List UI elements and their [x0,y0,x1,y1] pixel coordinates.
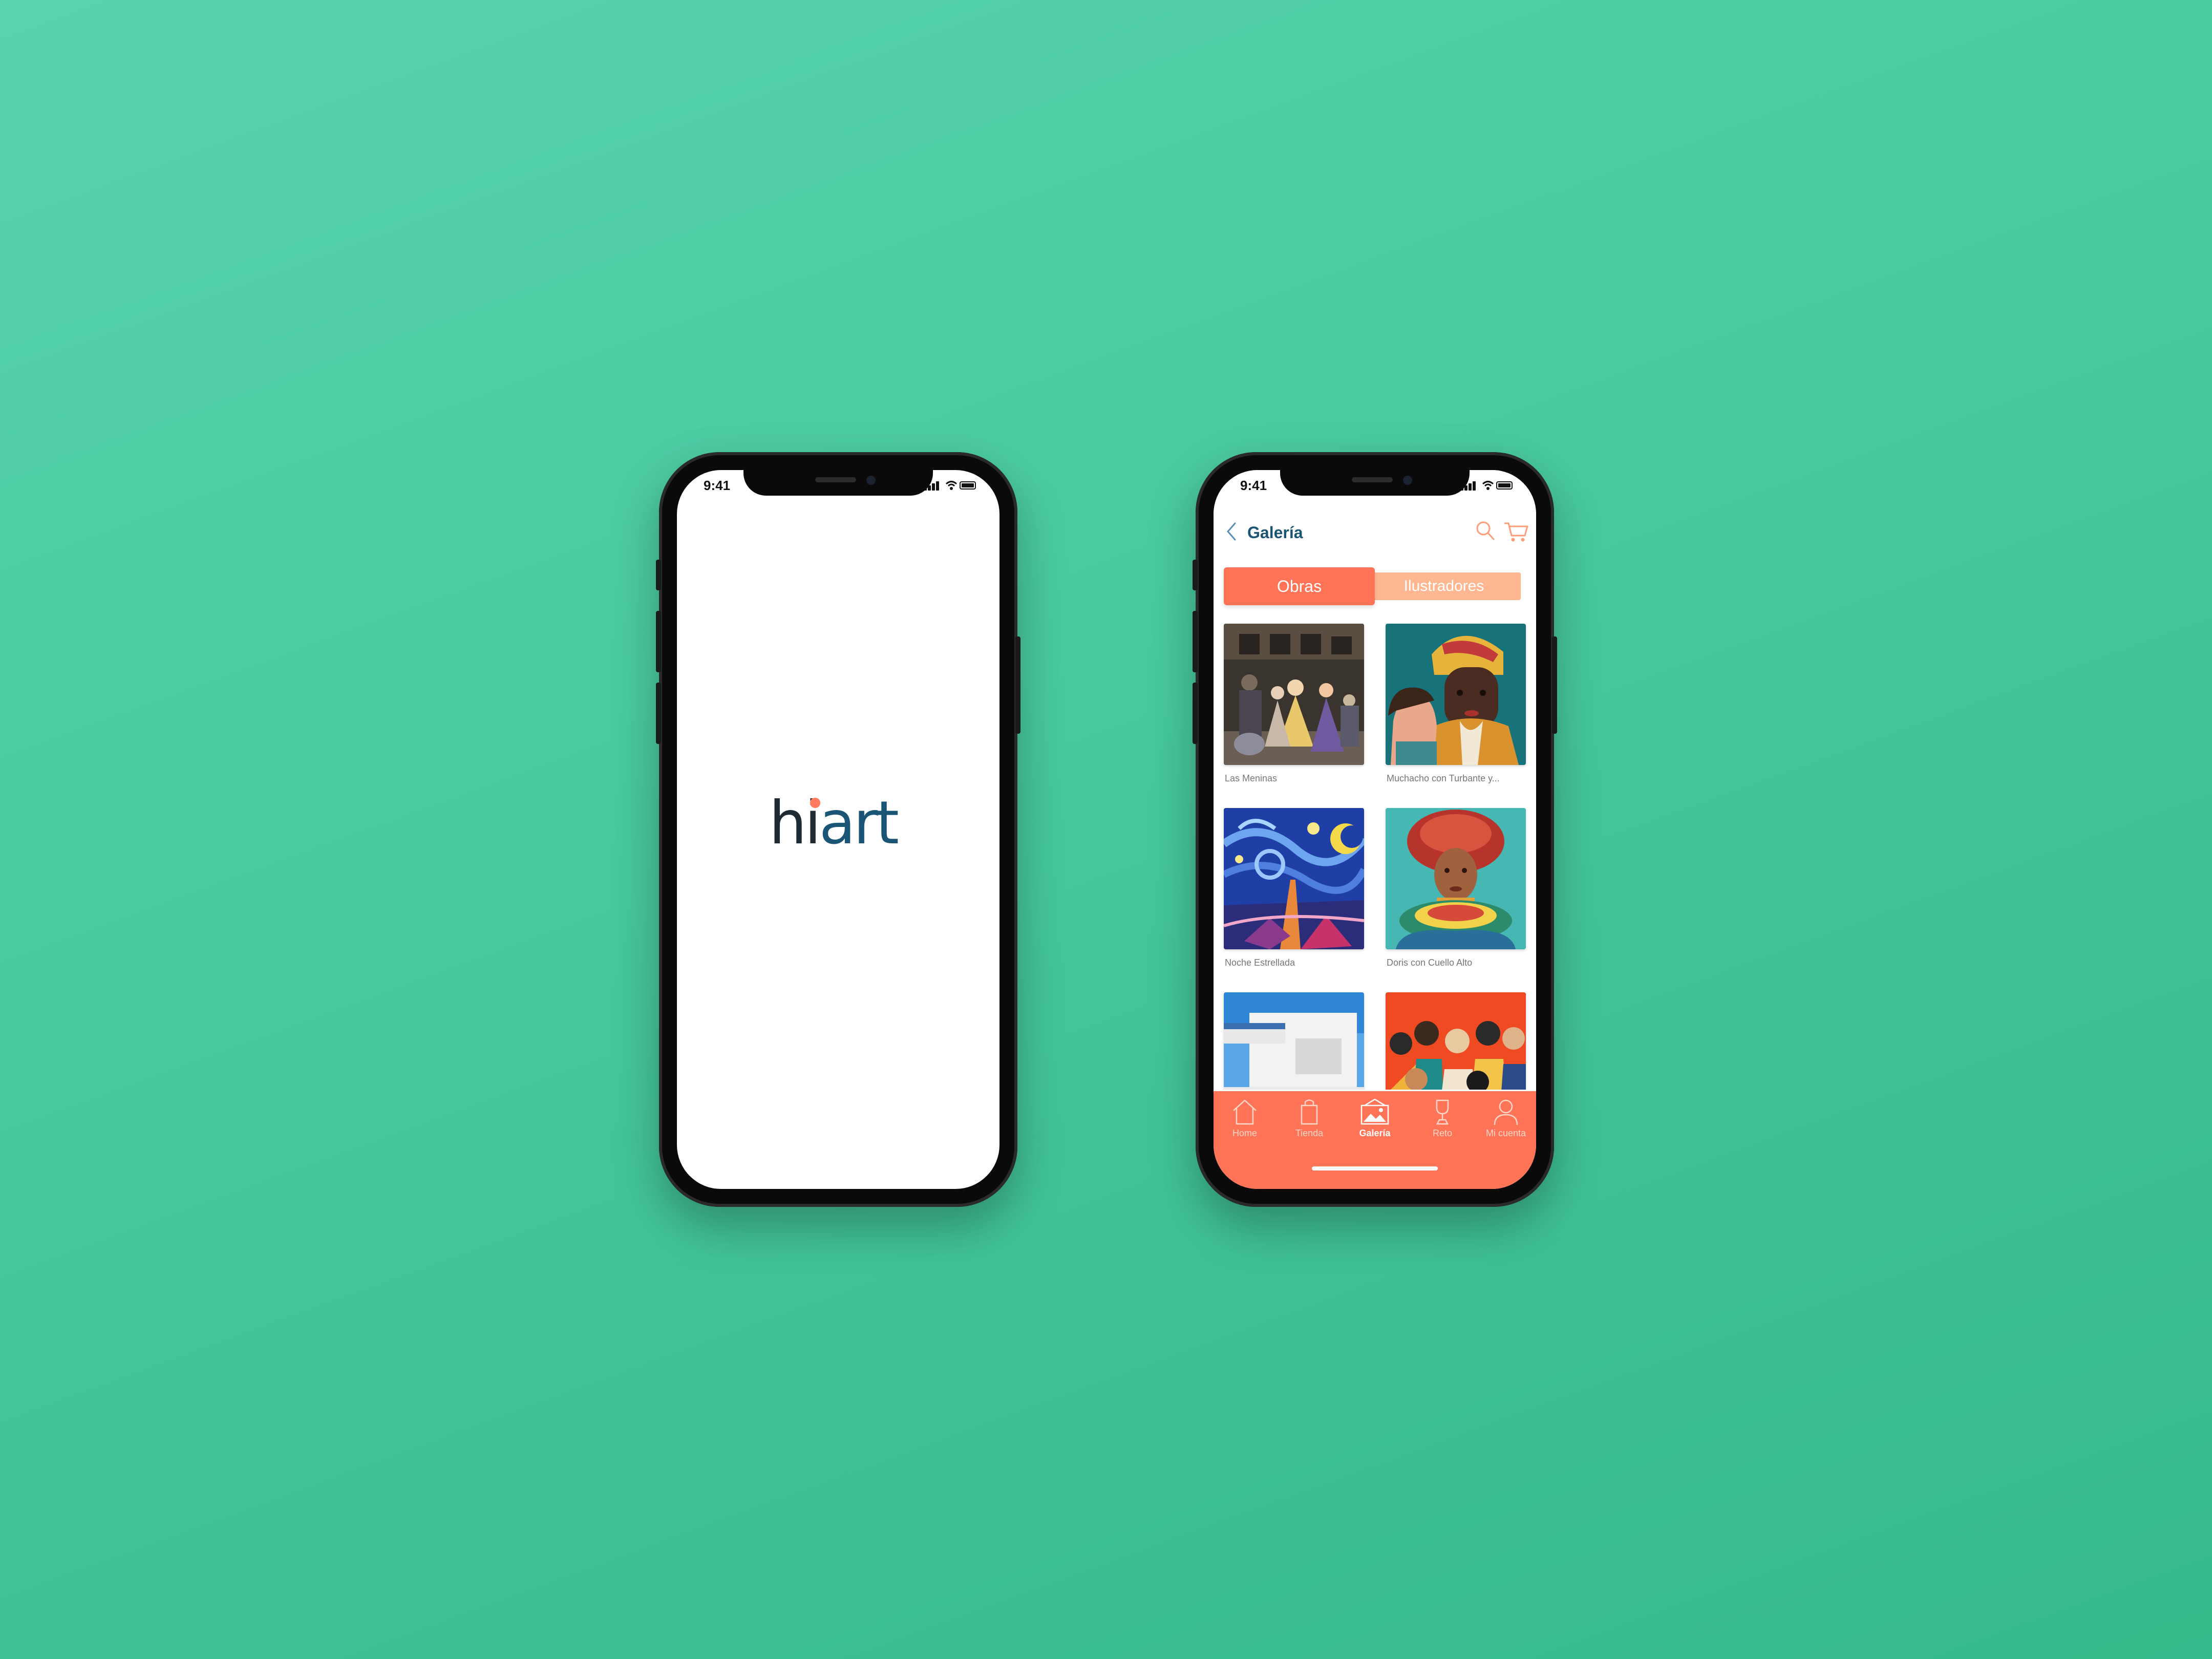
notch [1280,470,1470,496]
home-icon [1233,1099,1257,1125]
tab-label: Mi cuenta [1485,1128,1526,1138]
tab-galeria[interactable]: Galería [1347,1097,1403,1148]
artwork-card[interactable] [1386,992,1526,1090]
artwork-image [1224,808,1364,949]
tab-obras[interactable]: Obras [1224,567,1375,605]
home-indicator[interactable] [1312,1166,1438,1171]
artwork-image [1386,992,1526,1090]
artwork-card[interactable] [1386,624,1526,765]
phone-splash: 9:41 hiart [656,452,1020,1207]
logo-wordmark: hiart [769,793,899,854]
wifi-icon [945,481,958,490]
volume-up-button [1193,611,1198,672]
gallery-icon [1360,1098,1389,1125]
power-button [1552,636,1557,734]
wifi-icon [1482,481,1494,490]
signal-icon [932,483,935,491]
segmented-control: Ilustradores Obras [1224,567,1526,605]
volume-up-button [656,611,661,672]
artwork-card[interactable] [1386,808,1526,949]
volume-down-button [656,683,661,744]
phone-gallery: Las Meninas Muchacho con Turbante y... N… [1193,452,1557,1207]
volume-down-button [1193,683,1198,744]
battery-icon [960,481,976,490]
signal-icon [1473,481,1476,491]
status-time: 9:41 [704,478,731,493]
hiart-logo: hiart [769,793,912,854]
artwork-card[interactable] [1224,808,1364,949]
search-icon[interactable] [1475,519,1495,542]
notch [743,470,933,496]
splash-screen: 9:41 hiart [677,470,999,1189]
artwork-image [1224,624,1364,765]
shopping-bag-icon [1301,1099,1318,1125]
artwork-title: Las Meninas [1225,773,1278,783]
artwork-image [1386,624,1526,765]
tab-mi-cuenta[interactable]: Mi cuenta [1478,1097,1534,1148]
bottom-tab-bar: Home Tienda Galería Reto Mi cuenta [1214,1091,1536,1189]
logo-dot [810,798,820,808]
trophy-icon [1436,1099,1449,1125]
tab-home[interactable]: Home [1217,1097,1273,1148]
tab-reto[interactable]: Reto [1414,1097,1471,1148]
signal-icon [1469,483,1472,491]
tab-label: Home [1232,1128,1257,1138]
user-icon [1494,1099,1518,1125]
artwork-card[interactable] [1224,624,1364,765]
silent-switch [1193,560,1198,590]
artwork-image [1224,992,1364,1090]
signal-icon [936,481,939,491]
back-chevron-icon[interactable] [1224,521,1239,542]
cart-icon[interactable] [1503,520,1529,543]
tab-tienda[interactable]: Tienda [1281,1097,1337,1148]
power-button [1015,636,1020,734]
artwork-title: Muchacho con Turbante y... [1387,773,1500,783]
tab-label: Tienda [1295,1128,1324,1138]
artwork-title: Noche Estrellada [1225,958,1295,968]
status-time: 9:41 [1240,478,1267,493]
battery-icon [1496,481,1513,490]
logo-art: art [819,789,899,858]
tab-ilustradores[interactable]: Ilustradores [1367,572,1521,600]
artwork-image [1386,808,1526,949]
page-title: Galería [1247,523,1303,542]
silent-switch [656,560,661,590]
status-icons [1460,479,1514,492]
artwork-card[interactable] [1224,992,1364,1090]
gallery-screen: Las Meninas Muchacho con Turbante y... N… [1214,470,1536,1189]
tab-label: Reto [1432,1128,1453,1138]
artwork-title: Doris con Cuello Alto [1387,958,1473,968]
status-icons [924,479,977,492]
tab-label: Galería [1359,1128,1391,1138]
